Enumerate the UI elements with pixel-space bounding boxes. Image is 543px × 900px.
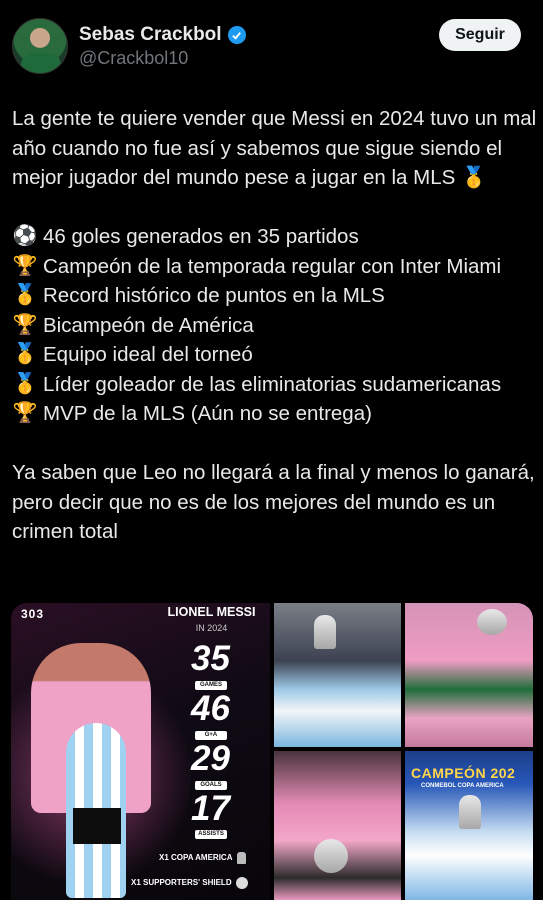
list-item: 🏆 MVP de la MLS (Aún no se entrega) xyxy=(12,399,537,429)
trophy-icon: 🏆 xyxy=(12,254,38,277)
trophy-icon xyxy=(236,852,246,864)
stat-assists-label: ASSISTS xyxy=(195,830,227,839)
list-item: 🏆 Campeón de la temporada regular con Int… xyxy=(12,252,537,282)
trophy-copa-america: X1 COPA AMERICA xyxy=(159,852,246,864)
list-item-text: Campeón de la temporada regular con Inte… xyxy=(43,254,502,278)
tweet-paragraph-intro: La gente te quiere vender que Messi en 2… xyxy=(12,107,537,189)
avatar[interactable] xyxy=(12,18,68,74)
list-item: 🥇 Equipo ideal del torneó xyxy=(12,340,537,370)
author-name-row: Sebas Crackbol xyxy=(79,24,246,46)
achievements-list: ⚽ 46 goles generados en 35 partidos 🏆 Campe… xyxy=(12,222,537,429)
tweet-media[interactable]: 303 LIONEL MESSI IN 2024 35 GAMES 46 G+A… xyxy=(11,603,533,900)
copa-america-banner: CONMEBOL COPA AMERICA xyxy=(421,783,504,789)
stats-column: LIONEL MESSI IN 2024 35 GAMES 46 G+A 29 … xyxy=(131,603,270,900)
list-item-text: Bicampeón de América xyxy=(43,313,254,337)
medal-icon: 🥇 xyxy=(12,372,38,395)
tweet-text: La gente te quiere vender que Messi en 2… xyxy=(12,104,537,547)
shield-icon xyxy=(235,877,248,889)
list-item-text: Líder goleador de las eliminatorias suda… xyxy=(43,372,502,396)
tweet-paragraph-closing: Ya saben que Leo no llegará a la final y… xyxy=(12,461,535,543)
list-item: 🥇 Líder goleador de las eliminatorias sud… xyxy=(12,370,537,400)
photo-copa-america-champions[interactable]: CAMPEÓN 202 CONMEBOL COPA AMERICA xyxy=(405,751,533,900)
list-item: ⚽ 46 goles generados en 35 partidos xyxy=(12,222,537,252)
tweet-header: Sebas Crackbol @Crackbol10 Seguir xyxy=(0,0,543,90)
soccer-ball-icon: ⚽ xyxy=(12,225,38,247)
list-item-text: Equipo ideal del torneó xyxy=(43,343,253,366)
list-item: 🏆 Bicampeón de América xyxy=(12,311,537,341)
stats-player-name: LIONEL MESSI xyxy=(167,605,256,619)
stat-ga-value: 46 xyxy=(191,689,230,728)
medal-icon: 🥇 xyxy=(461,166,487,189)
follow-button[interactable]: Seguir xyxy=(439,19,521,51)
stat-games-value: 35 xyxy=(191,639,230,678)
medal-icon: 🥇 xyxy=(12,343,38,365)
list-item-text: 46 goles generados en 35 partidos xyxy=(43,225,359,248)
stat-assists-value: 17 xyxy=(191,789,230,828)
list-item-text: Record histórico de puntos en la MLS xyxy=(43,284,385,307)
messi-stats-image[interactable]: 303 LIONEL MESSI IN 2024 35 GAMES 46 G+A… xyxy=(11,603,270,900)
list-item: 🥇 Record histórico de puntos en la MLS xyxy=(12,281,537,311)
trophy-icon: 🏆 xyxy=(12,313,38,336)
brand-logo: 303 xyxy=(21,607,45,621)
campeon-banner: CAMPEÓN 202 xyxy=(411,765,516,781)
photo-inter-miami-trophy[interactable] xyxy=(405,603,533,747)
photo-argentina-celebration[interactable] xyxy=(274,603,401,747)
medal-icon: 🥇 xyxy=(12,284,38,306)
list-item-text: MVP de la MLS (Aún no se entrega) xyxy=(43,402,372,425)
celebration-collage[interactable]: CAMPEÓN 202 CONMEBOL COPA AMERICA xyxy=(274,603,533,900)
trophy-supporters-shield: X1 SUPPORTERS' SHIELD xyxy=(131,877,248,889)
display-name[interactable]: Sebas Crackbol xyxy=(79,24,222,46)
verified-badge-icon xyxy=(227,26,246,44)
photo-inter-miami-team[interactable] xyxy=(274,751,401,900)
user-handle[interactable]: @Crackbol10 xyxy=(79,48,188,69)
stats-year: IN 2024 xyxy=(195,623,228,633)
stat-goals-value: 29 xyxy=(191,739,230,778)
trophy-icon: 🏆 xyxy=(12,402,38,424)
